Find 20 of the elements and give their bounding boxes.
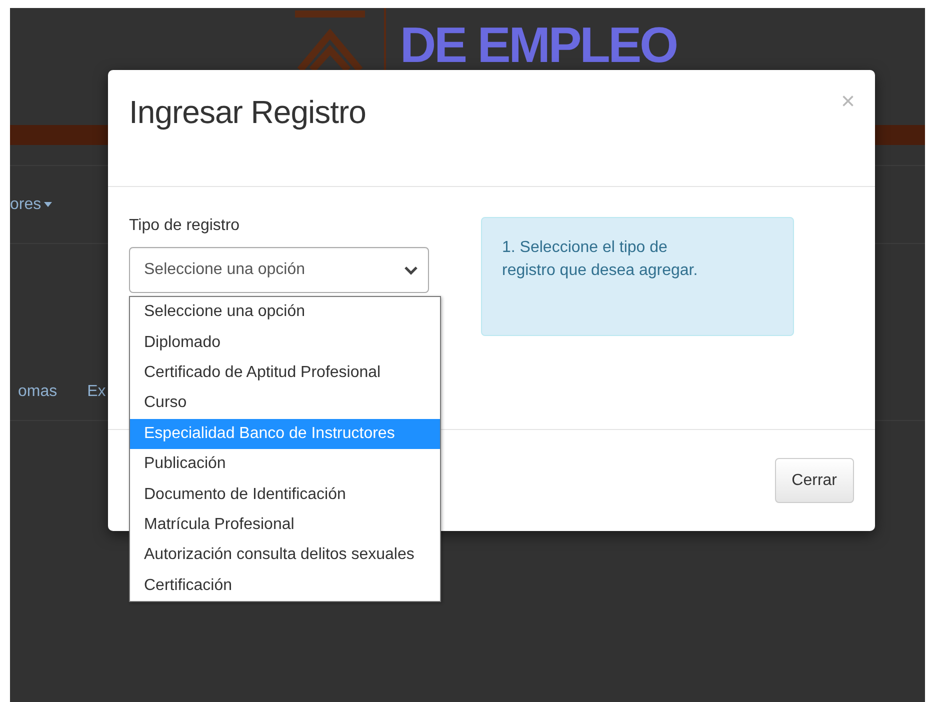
- info-message: 1. Seleccione el tipo de registro que desea agregar.: [481, 217, 794, 336]
- dropdown-option[interactable]: Autorización consulta delitos sexuales: [130, 540, 440, 571]
- dropdown-option[interactable]: Certificación: [130, 570, 440, 601]
- nav-item[interactable]: ores: [10, 196, 52, 214]
- tab[interactable]: Ex: [87, 383, 106, 401]
- dropdown-option[interactable]: Curso: [130, 388, 440, 419]
- dropdown-option[interactable]: Certificado de Aptitud Profesional: [130, 358, 440, 388]
- close-dialog-button[interactable]: Cerrar: [774, 458, 854, 503]
- field-label: Tipo de registro: [129, 217, 241, 235]
- modal-title: Ingresar Registro: [129, 94, 366, 131]
- caret-icon: [44, 202, 52, 207]
- dropdown-option[interactable]: Seleccione una opción: [130, 297, 440, 328]
- dropdown-option[interactable]: Diplomado: [130, 327, 440, 358]
- tab[interactable]: omas: [18, 383, 58, 401]
- dropdown-option[interactable]: Matrícula Profesional: [130, 510, 440, 540]
- dropdown-option[interactable]: Publicación: [130, 448, 440, 480]
- select-field[interactable]: Seleccione una opción: [129, 247, 429, 293]
- dropdown-option[interactable]: Documento de Identificación: [130, 479, 440, 510]
- logo-text: DE EMPLEO: [400, 20, 676, 70]
- chevron-down-icon: [404, 266, 418, 274]
